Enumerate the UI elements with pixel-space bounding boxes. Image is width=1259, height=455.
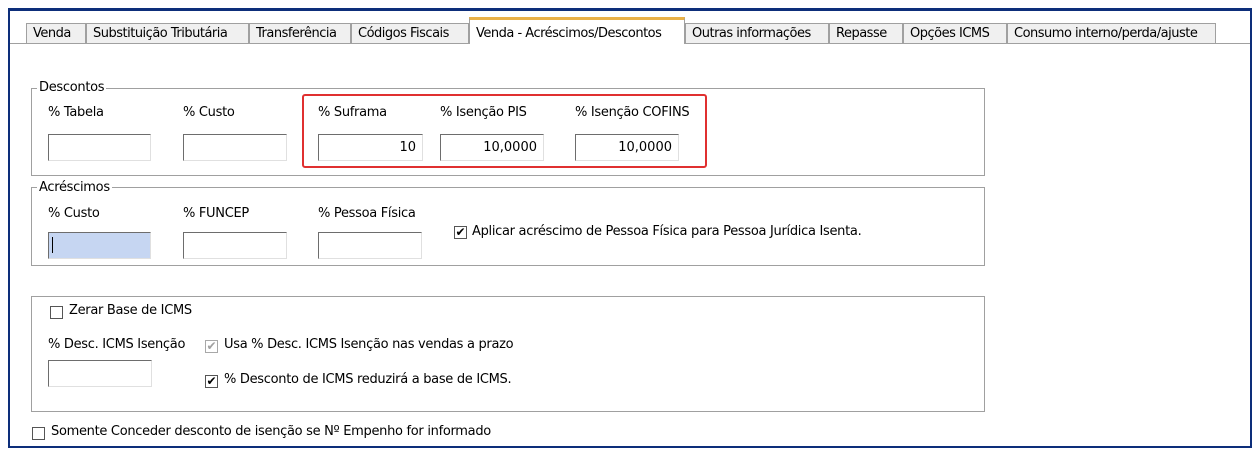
tab-opcoes-icms[interactable]: Opções ICMS (903, 23, 1007, 43)
pessoa-fisica-label: % Pessoa Física (318, 206, 416, 221)
funcep-label: % FUNCEP (183, 206, 249, 221)
somente-conceder-checkbox[interactable] (32, 427, 45, 440)
descontos-title: Descontos (37, 80, 107, 95)
tab-venda[interactable]: Venda (26, 23, 86, 43)
reduz-base-icms-label: % Desconto de ICMS reduzirá a base de IC… (224, 372, 512, 387)
reduz-base-icms-checkbox[interactable]: ✔ (205, 375, 218, 388)
tabela-label: % Tabela (48, 105, 104, 120)
custo-acrescimo-label: % Custo (48, 206, 100, 221)
tab-venda-acrescimos-descontos[interactable]: Venda - Acréscimos/Descontos (469, 17, 685, 44)
zerar-base-checkbox[interactable] (50, 306, 63, 319)
tab-consumo-interno[interactable]: Consumo interno/perda/ajuste (1007, 23, 1216, 43)
tabela-input[interactable] (48, 134, 151, 161)
desc-icms-isencao-input[interactable] (48, 360, 152, 387)
text-cursor (52, 237, 53, 253)
custo-desconto-label: % Custo (183, 105, 235, 120)
funcep-input[interactable] (183, 232, 287, 259)
tab-bar: Venda Substituição Tributária Transferên… (10, 13, 1250, 44)
aplicar-acrescimo-label: Aplicar acréscimo de Pessoa Física para … (472, 224, 862, 239)
custo-desconto-input[interactable] (183, 134, 287, 161)
zerar-base-label: Zerar Base de ICMS (69, 303, 192, 318)
usa-desc-icms-label: Usa % Desc. ICMS Isenção nas vendas a pr… (224, 337, 514, 352)
tab-outras-informacoes[interactable]: Outras informações (685, 23, 829, 43)
custo-acrescimo-input[interactable] (48, 232, 151, 259)
tab-repasse[interactable]: Repasse (829, 23, 903, 43)
highlight-box (302, 94, 707, 168)
somente-conceder-label: Somente Conceder desconto de isenção se … (51, 424, 491, 439)
tab-transferencia[interactable]: Transferência (249, 23, 351, 43)
usa-desc-icms-checkbox[interactable]: ✔ (205, 340, 218, 353)
desc-icms-isencao-label: % Desc. ICMS Isenção (48, 337, 186, 352)
pessoa-fisica-input[interactable] (318, 232, 422, 259)
tab-codigos-fiscais[interactable]: Códigos Fiscais (351, 23, 469, 43)
acrescimos-title: Acréscimos (37, 180, 112, 195)
tab-substituicao-tributaria[interactable]: Substituição Tributária (86, 23, 249, 43)
aplicar-acrescimo-checkbox[interactable]: ✔ (454, 226, 467, 239)
